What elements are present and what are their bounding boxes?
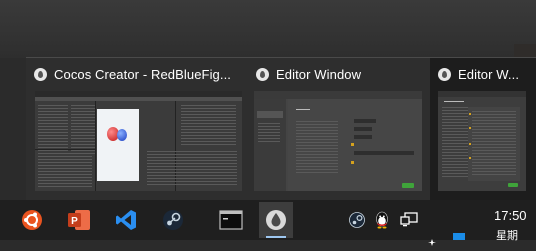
taskbar-app-powerpoint[interactable]: P (64, 206, 94, 234)
preview-header: Editor W... (438, 67, 519, 82)
taskbar-app-vscode[interactable] (111, 206, 141, 234)
ubuntu-icon (22, 210, 42, 230)
tray-partial-icon[interactable] (428, 233, 436, 246)
taskbar-app-terminal[interactable] (216, 206, 246, 234)
taskbar-app-cocos-creator[interactable] (259, 202, 293, 238)
window-preview-editor-window[interactable]: Editor Window (248, 58, 427, 203)
window-thumbnail (438, 91, 526, 191)
desktop-background (0, 0, 536, 58)
window-preview-cocos-creator[interactable]: Cocos Creator - RedBlueFig... (26, 58, 248, 203)
steam-icon (163, 210, 183, 230)
preview-title: Editor Window (276, 67, 362, 82)
tray-blue-icon[interactable] (453, 233, 465, 240)
preview-header: Editor Window (256, 67, 361, 82)
vscode-icon (116, 210, 136, 230)
taskbar: P (0, 200, 536, 246)
steam-tray-icon (349, 212, 365, 228)
tray-qq[interactable] (373, 210, 391, 230)
tray-network[interactable] (399, 210, 419, 230)
taskbar-app-ubuntu[interactable] (17, 206, 47, 234)
sparkle-icon (428, 239, 436, 246)
preview-header: Cocos Creator - RedBlueFig... (34, 67, 234, 82)
clock-time[interactable]: 17:50 (494, 208, 527, 223)
cocos-creator-icon (438, 68, 451, 81)
clock-date[interactable]: 星期 (496, 227, 518, 243)
network-icon (400, 212, 418, 227)
taskbar-app-steam[interactable] (158, 206, 188, 234)
cocos-creator-icon (34, 68, 47, 81)
qq-tray-icon (376, 211, 388, 229)
cocos-creator-icon (256, 68, 269, 81)
powerpoint-icon: P (68, 210, 90, 230)
active-app-indicator (266, 236, 286, 238)
tray-steam[interactable] (348, 210, 366, 230)
window-preview-editor-window-2[interactable]: Editor W... (430, 58, 536, 203)
preview-title: Cocos Creator - RedBlueFig... (54, 67, 232, 82)
svg-text:P: P (71, 216, 78, 227)
terminal-icon (219, 210, 243, 230)
cocos-creator-icon (266, 210, 286, 230)
window-thumbnail (35, 91, 242, 191)
preview-title: Editor W... (458, 67, 520, 82)
window-thumbnail (254, 91, 422, 191)
taskbar-preview-popup: Cocos Creator - RedBlueFig... Editor Win… (26, 57, 536, 203)
